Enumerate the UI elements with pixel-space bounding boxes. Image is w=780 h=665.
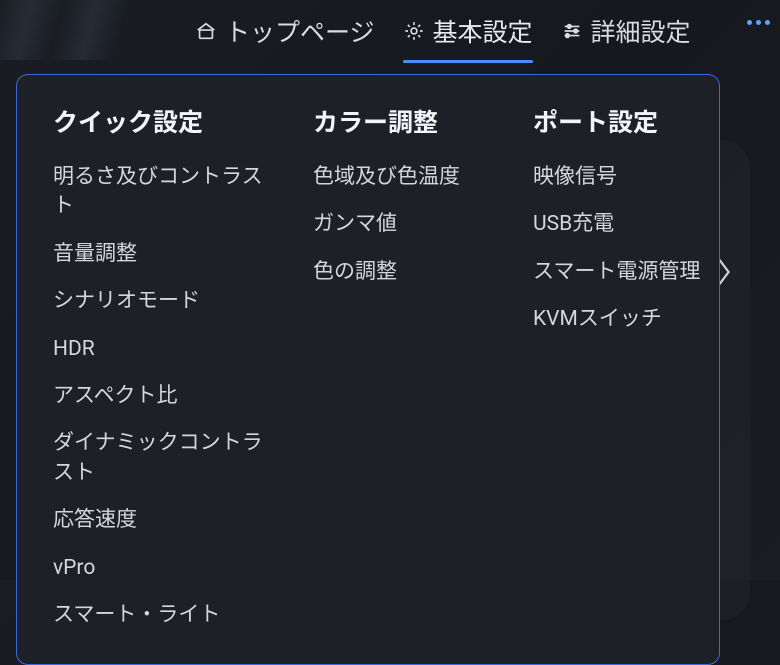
tab-home-label: トップページ [225,13,375,49]
column-color-adjustment: カラー調整 色域及び色温度 ガンマ値 色の調整 [313,103,483,630]
menu-item-kvm-switch[interactable]: KVMスイッチ [533,305,713,334]
menu-item-smart-light[interactable]: スマート・ライト [53,601,263,630]
menu-item-gamut-temp[interactable]: 色域及び色温度 [313,163,483,192]
menu-item-gamma[interactable]: ガンマ値 [313,210,483,239]
gear-icon [403,20,425,42]
sliders-icon [561,20,583,42]
topbar: トップページ 基本設定 詳細設定 [0,0,780,62]
tab-advanced-settings-label: 詳細設定 [591,13,691,49]
basic-settings-dropdown: クイック設定 明るさ及びコントラスト 音量調整 シナリオモード HDR アスペク… [16,74,720,665]
menu-item-aspect-ratio[interactable]: アスペクト比 [53,382,263,411]
menu-item-color-adjust[interactable]: 色の調整 [313,258,483,287]
tab-advanced-settings[interactable]: 詳細設定 [561,0,691,62]
home-icon [195,20,217,42]
menu-item-smart-power[interactable]: スマート電源管理 [533,258,713,287]
menu-item-video-signal[interactable]: 映像信号 [533,163,713,192]
menu-item-response-time[interactable]: 応答速度 [53,506,263,535]
column-header-color: カラー調整 [313,103,483,139]
menu-item-dynamic-contrast[interactable]: ダイナミックコントラスト [53,429,263,488]
menu-item-vpro[interactable]: vPro [53,554,263,583]
tab-basic-settings-label: 基本設定 [433,13,533,49]
tab-home[interactable]: トップページ [195,0,375,62]
tab-basic-settings[interactable]: 基本設定 [403,0,533,62]
more-menu-icon[interactable] [747,20,770,25]
column-quick-settings: クイック設定 明るさ及びコントラスト 音量調整 シナリオモード HDR アスペク… [53,103,263,630]
column-header-port: ポート設定 [533,103,713,139]
column-header-quick: クイック設定 [53,103,263,139]
menu-item-hdr[interactable]: HDR [53,335,263,364]
column-port-settings: ポート設定 映像信号 USB充電 スマート電源管理 KVMスイッチ [533,103,713,630]
menu-item-brightness-contrast[interactable]: 明るさ及びコントラスト [53,163,263,222]
menu-item-scenario-mode[interactable]: シナリオモード [53,287,263,316]
menu-item-volume[interactable]: 音量調整 [53,240,263,269]
menu-item-usb-charging[interactable]: USB充電 [533,210,713,239]
